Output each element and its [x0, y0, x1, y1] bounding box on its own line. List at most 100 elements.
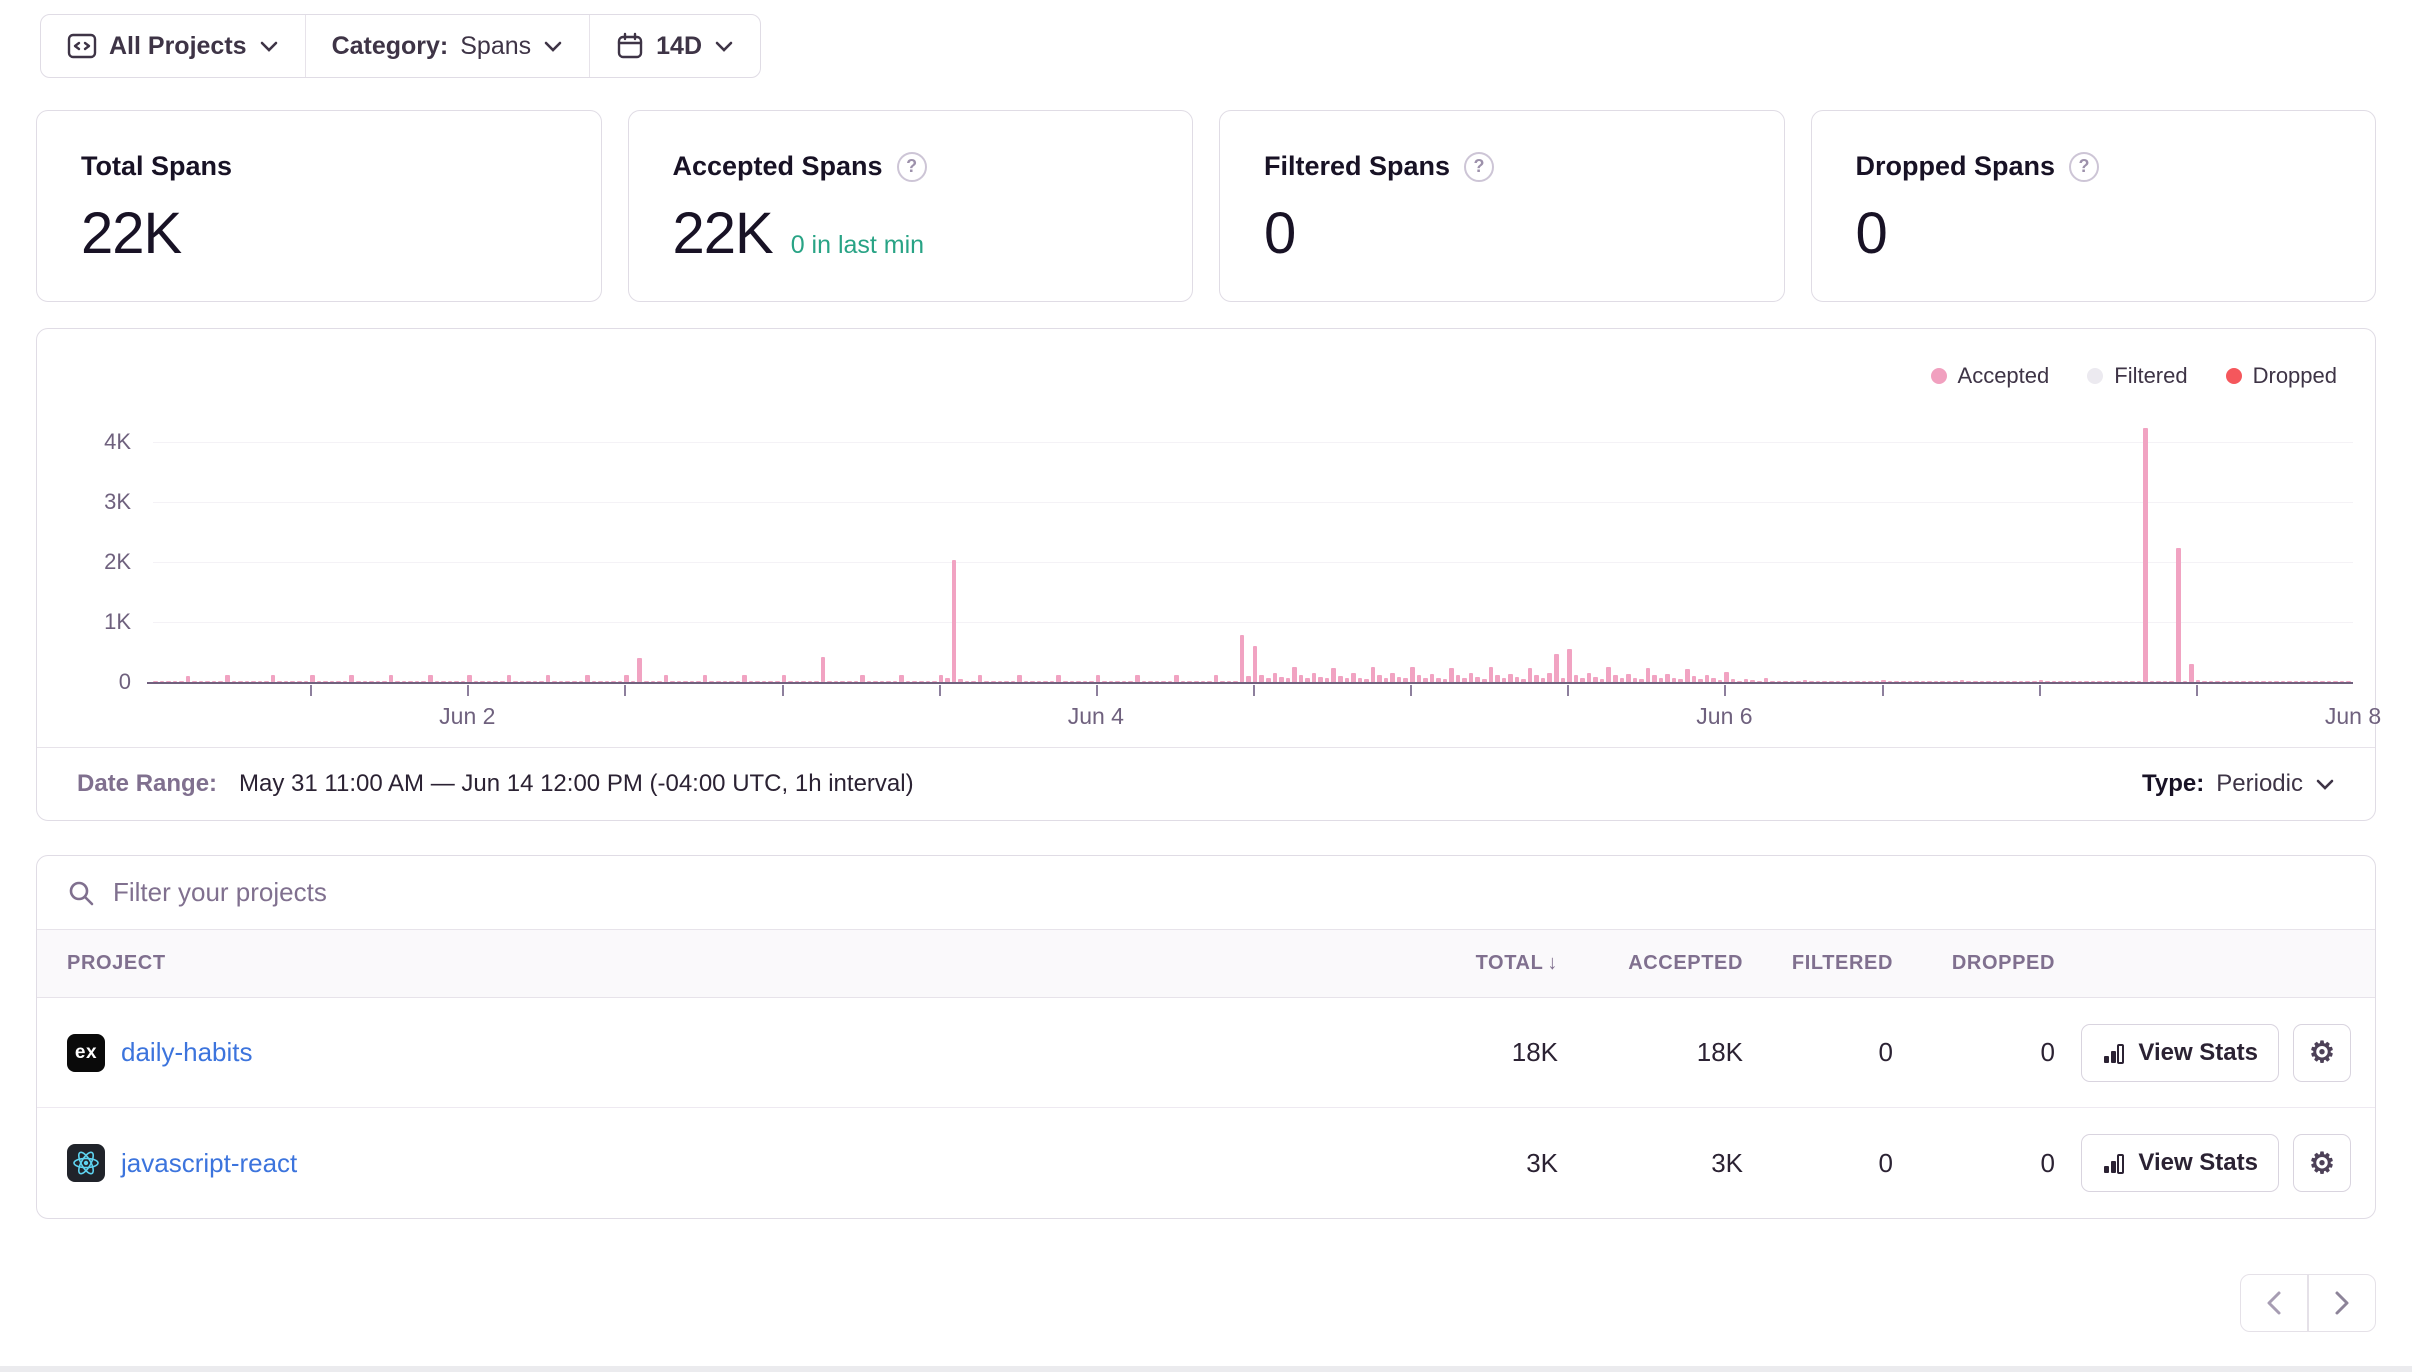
card-dropped-spans: Dropped Spans ? 0: [1811, 110, 2377, 302]
span-volume-bar-chart[interactable]: 01K2K3K4KJun 2Jun 4Jun 6Jun 8Jun 10Jun 1…: [153, 423, 2353, 683]
x-axis-tick: [939, 685, 941, 696]
previous-page-button[interactable]: [2240, 1274, 2308, 1332]
date-range-value: May 31 11:00 AM — Jun 14 12:00 PM (-04:0…: [239, 770, 914, 798]
type-value: Periodic: [2216, 770, 2303, 798]
card-value: 22K: [81, 200, 181, 267]
accepted-bar[interactable]: [952, 560, 957, 683]
column-header-filtered[interactable]: Filtered: [1743, 952, 1893, 975]
accepted-bar[interactable]: [637, 658, 642, 683]
chart-legend: Accepted Filtered Dropped: [37, 329, 2375, 389]
accepted-bar[interactable]: [1240, 635, 1245, 683]
y-axis-tick-label: 1K: [104, 609, 131, 635]
legend-item-dropped[interactable]: Dropped: [2226, 363, 2337, 389]
chevron-down-icon: [543, 39, 563, 53]
y-axis-tick-label: 3K: [104, 489, 131, 515]
x-axis-tick: [1410, 685, 1412, 696]
category-filter-dropdown[interactable]: Category: Spans: [305, 15, 590, 77]
dropped-cell: 0: [1893, 1148, 2055, 1179]
card-filtered-spans: Filtered Spans ? 0: [1219, 110, 1785, 302]
usage-chart-panel: Accepted Filtered Dropped 01K2K3K4KJun 2…: [36, 328, 2376, 821]
accepted-bar[interactable]: [821, 657, 826, 683]
projects-table-panel: Project Total↓ Accepted Filtered Dropped…: [36, 855, 2376, 1219]
legend-item-accepted[interactable]: Accepted: [1931, 363, 2050, 389]
column-header-project[interactable]: Project: [67, 952, 1408, 975]
calendar-icon: [616, 32, 644, 60]
help-icon[interactable]: ?: [2069, 152, 2099, 182]
filter-bar: All Projects Category: Spans 14D: [40, 14, 761, 78]
expo-platform-icon: ex: [67, 1034, 105, 1072]
project-search-row: [37, 856, 2375, 930]
category-filter-label: Category:: [332, 32, 449, 61]
filtered-legend-dot-icon: [2087, 368, 2103, 384]
dropped-legend-dot-icon: [2226, 368, 2242, 384]
column-header-accepted[interactable]: Accepted: [1558, 952, 1743, 975]
bar-series-accepted: [153, 423, 2353, 683]
react-platform-icon: [67, 1144, 105, 1182]
date-period-dropdown[interactable]: 14D: [589, 15, 760, 77]
card-accepted-spans: Accepted Spans ? 22K 0 in last min: [628, 110, 1194, 302]
view-stats-button[interactable]: View Stats: [2081, 1134, 2279, 1192]
total-cell: 18K: [1408, 1037, 1558, 1068]
projects-icon: [67, 32, 97, 60]
legend-label: Accepted: [1958, 363, 2050, 389]
x-axis-tick: [467, 685, 469, 696]
legend-label: Dropped: [2253, 363, 2337, 389]
bar-chart-icon: [2102, 1041, 2126, 1065]
x-axis-tick: [1567, 685, 1569, 696]
project-filter-dropdown[interactable]: All Projects: [41, 15, 305, 77]
table-header-row: Project Total↓ Accepted Filtered Dropped: [37, 930, 2375, 998]
table-row: javascript-react 3K 3K 0 0 View Stats ⚙: [37, 1108, 2375, 1218]
date-period-value: 14D: [656, 32, 702, 61]
accepted-bar[interactable]: [2189, 664, 2194, 683]
pagination: [2240, 1274, 2376, 1332]
x-axis-tick: [2039, 685, 2041, 696]
next-page-button[interactable]: [2308, 1274, 2376, 1332]
x-axis-tick-label: Jun 6: [1696, 703, 1752, 730]
search-input[interactable]: [113, 877, 2345, 908]
help-icon[interactable]: ?: [897, 152, 927, 182]
category-filter-value: Spans: [460, 32, 531, 61]
chevron-down-icon: [2315, 777, 2335, 791]
project-link[interactable]: javascript-react: [121, 1148, 297, 1179]
card-title: Accepted Spans: [673, 151, 883, 182]
dropped-cell: 0: [1893, 1037, 2055, 1068]
type-dropdown[interactable]: Type: Periodic: [2142, 770, 2335, 798]
x-axis-tick: [1882, 685, 1884, 696]
gear-icon: ⚙: [2309, 1146, 2335, 1181]
project-settings-button[interactable]: ⚙: [2293, 1134, 2351, 1192]
x-axis-tick-label: Jun 2: [439, 703, 495, 730]
accepted-bar[interactable]: [2143, 428, 2148, 683]
type-label: Type:: [2142, 770, 2204, 798]
stats-page: All Projects Category: Spans 14D Total S…: [0, 0, 2412, 1372]
x-axis-tick: [782, 685, 784, 696]
stat-cards: Total Spans 22K Accepted Spans ? 22K 0 i…: [36, 110, 2376, 302]
search-icon: [67, 879, 95, 907]
card-title: Dropped Spans: [1856, 151, 2056, 182]
table-row: ex daily-habits 18K 18K 0 0 View Stats ⚙: [37, 998, 2375, 1108]
accepted-bar[interactable]: [1253, 646, 1258, 683]
filtered-cell: 0: [1743, 1148, 1893, 1179]
y-axis-tick-label: 2K: [104, 549, 131, 575]
card-value: 22K: [673, 200, 773, 267]
legend-item-filtered[interactable]: Filtered: [2087, 363, 2187, 389]
x-axis-tick: [2196, 685, 2198, 696]
view-stats-button[interactable]: View Stats: [2081, 1024, 2279, 1082]
bar-chart-icon: [2102, 1151, 2126, 1175]
y-axis-tick-label: 0: [119, 669, 131, 695]
column-header-dropped[interactable]: Dropped: [1893, 952, 2055, 975]
help-icon[interactable]: ?: [1464, 152, 1494, 182]
project-link[interactable]: daily-habits: [121, 1037, 253, 1068]
accepted-bar[interactable]: [1554, 654, 1559, 683]
chevron-down-icon: [259, 39, 279, 53]
filtered-cell: 0: [1743, 1037, 1893, 1068]
page-bottom-divider: [0, 1366, 2412, 1372]
chevron-left-icon: [2265, 1290, 2283, 1316]
card-title: Filtered Spans: [1264, 151, 1450, 182]
project-settings-button[interactable]: ⚙: [2293, 1024, 2351, 1082]
accepted-bar[interactable]: [1567, 649, 1572, 683]
total-cell: 3K: [1408, 1148, 1558, 1179]
chevron-right-icon: [2333, 1290, 2351, 1316]
sort-descending-icon: ↓: [1547, 952, 1558, 974]
column-header-total[interactable]: Total↓: [1408, 952, 1558, 975]
accepted-bar[interactable]: [2176, 548, 2181, 683]
